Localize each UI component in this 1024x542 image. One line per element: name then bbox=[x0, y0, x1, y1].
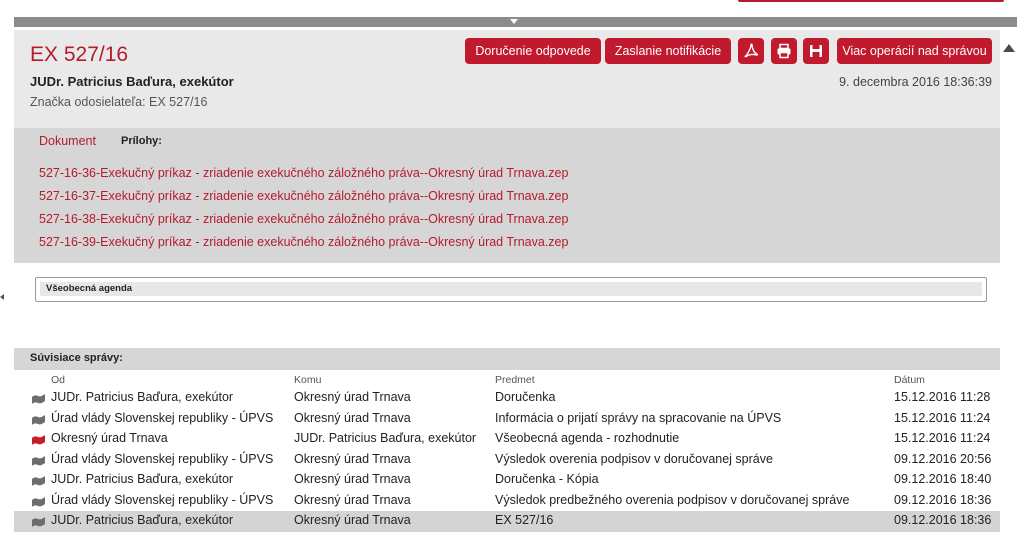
message-flag-icon bbox=[32, 517, 45, 527]
row-date: 15.12.2016 11:24 bbox=[894, 431, 991, 445]
row-to: Okresný úrad Trnava bbox=[294, 390, 411, 404]
message-header: EX 527/16 JUDr. Patricius Baďura, exekút… bbox=[14, 30, 1000, 128]
agenda-label: Všeobecná agenda bbox=[40, 282, 982, 296]
table-row[interactable]: JUDr. Patricius Baďura, exekútor Okresný … bbox=[14, 470, 1000, 491]
row-subject: Výsledok predbežného overenia podpisov v… bbox=[495, 492, 850, 507]
table-row[interactable]: Úrad vlády Slovenskej republiky - ÚPVS Ok… bbox=[14, 409, 1000, 430]
row-subject: Výsledok overenia podpisov v doručovanej… bbox=[495, 451, 773, 466]
top-accent-bar bbox=[738, 0, 1004, 2]
column-header-subject: Predmet bbox=[495, 374, 535, 386]
row-from: JUDr. Patricius Baďura, exekútor bbox=[51, 513, 234, 527]
attachment-link[interactable]: 527-16-38-Exekučný príkaz - zriadenie ex… bbox=[39, 212, 568, 226]
pdf-icon bbox=[744, 43, 759, 58]
collapse-arrow-icon[interactable] bbox=[510, 19, 518, 24]
sender-reference-label: Značka odosielateľa: bbox=[30, 95, 146, 109]
attachment-link[interactable]: 527-16-39-Exekučný príkaz - zriadenie ex… bbox=[39, 235, 568, 249]
print-button[interactable] bbox=[771, 38, 797, 64]
row-from: Úrad vlády Slovenskej republiky - ÚPVS bbox=[51, 451, 274, 466]
save-icon bbox=[810, 45, 822, 57]
row-to: Okresný úrad Trnava bbox=[294, 513, 411, 527]
scroll-up-icon[interactable] bbox=[1003, 44, 1015, 52]
row-subject: Informácia o prijatí správy na spracovan… bbox=[495, 410, 782, 425]
attachment-link[interactable]: 527-16-37-Exekučný príkaz - zriadenie ex… bbox=[39, 189, 568, 203]
row-from: Úrad vlády Slovenskej republiky - ÚPVS bbox=[51, 410, 274, 425]
row-date: 09.12.2016 20:56 bbox=[894, 451, 992, 466]
message-detail-page: EX 527/16 JUDr. Patricius Baďura, exekút… bbox=[0, 0, 1024, 542]
message-sender: JUDr. Patricius Baďura, exekútor bbox=[30, 74, 234, 89]
row-subject: EX 527/16 bbox=[495, 513, 554, 527]
more-operations-button[interactable]: Viac operácií nad správou bbox=[837, 38, 992, 64]
table-row[interactable]: JUDr. Patricius Baďura, exekútor Okresný … bbox=[14, 511, 1000, 532]
row-subject: Všeobecná agenda - rozhodnutie bbox=[495, 431, 680, 445]
row-from: Úrad vlády Slovenskej republiky - ÚPVS bbox=[51, 492, 274, 507]
row-from: Okresný úrad Trnava bbox=[51, 431, 168, 445]
tab-document[interactable]: Dokument bbox=[39, 134, 96, 148]
message-flag-icon bbox=[32, 414, 45, 425]
row-from: JUDr. Patricius Baďura, exekútor bbox=[51, 390, 234, 404]
message-flag-icon bbox=[32, 394, 45, 404]
send-notification-button[interactable]: Zaslanie notifikácie bbox=[605, 38, 731, 64]
sender-reference: Značka odosielateľa: EX 527/16 bbox=[30, 95, 207, 109]
print-icon bbox=[777, 43, 791, 59]
agenda-section: Všeobecná agenda bbox=[31, 275, 992, 333]
message-flag-icon bbox=[32, 496, 45, 507]
message-flag-icon bbox=[32, 435, 45, 445]
message-flag-icon bbox=[32, 476, 45, 486]
attachments-panel: Dokument Prílohy: 527-16-36-Exekučný prí… bbox=[14, 128, 1000, 263]
tab-attachments: Prílohy: bbox=[121, 135, 162, 147]
column-header-to: Komu bbox=[294, 374, 322, 386]
agenda-frame: Všeobecná agenda bbox=[35, 277, 987, 302]
row-subject: Doručenka bbox=[495, 390, 556, 404]
row-date: 09.12.2016 18:36 bbox=[894, 492, 992, 507]
table-row[interactable]: JUDr. Patricius Baďura, exekútor Okresný … bbox=[14, 388, 1000, 409]
pdf-button[interactable] bbox=[738, 38, 764, 64]
row-subject: Doručenka - Kópia bbox=[495, 472, 599, 486]
row-to: JUDr. Patricius Baďura, exekútor bbox=[294, 431, 477, 445]
related-messages-header: Súvisiace správy: bbox=[14, 348, 1000, 370]
column-header-from: Od bbox=[51, 374, 66, 386]
sender-reference-value: EX 527/16 bbox=[149, 95, 208, 109]
row-to: Okresný úrad Trnava bbox=[294, 492, 411, 507]
attachment-link[interactable]: 527-16-36-Exekučný príkaz - zriadenie ex… bbox=[39, 166, 568, 180]
table-row[interactable]: Úrad vlády Slovenskej republiky - ÚPVS Ok… bbox=[14, 491, 1000, 512]
row-date: 09.12.2016 18:40 bbox=[894, 472, 992, 486]
row-from: JUDr. Patricius Baďura, exekútor bbox=[51, 472, 234, 486]
row-date: 15.12.2016 11:28 bbox=[894, 390, 991, 404]
row-to: Okresný úrad Trnava bbox=[294, 451, 411, 466]
message-flag-icon bbox=[32, 455, 45, 466]
message-date: 9. decembra 2016 18:36:39 bbox=[839, 75, 992, 89]
column-header-date: Dátum bbox=[894, 374, 925, 386]
side-panel-arrow-icon[interactable] bbox=[0, 294, 4, 300]
row-date: 09.12.2016 18:36 bbox=[894, 513, 992, 527]
related-messages-title: Súvisiace správy: bbox=[30, 352, 123, 364]
message-title: EX 527/16 bbox=[30, 43, 129, 66]
save-button[interactable] bbox=[803, 38, 829, 64]
row-to: Okresný úrad Trnava bbox=[294, 472, 411, 486]
table-row[interactable]: Okresný úrad Trnava JUDr. Patricius Baďur… bbox=[14, 429, 1000, 450]
delivery-reply-button[interactable]: Doručenie odpovede bbox=[465, 38, 601, 64]
table-row[interactable]: Úrad vlády Slovenskej republiky - ÚPVS Ok… bbox=[14, 450, 1000, 471]
row-date: 15.12.2016 11:24 bbox=[894, 410, 991, 425]
row-to: Okresný úrad Trnava bbox=[294, 410, 411, 425]
